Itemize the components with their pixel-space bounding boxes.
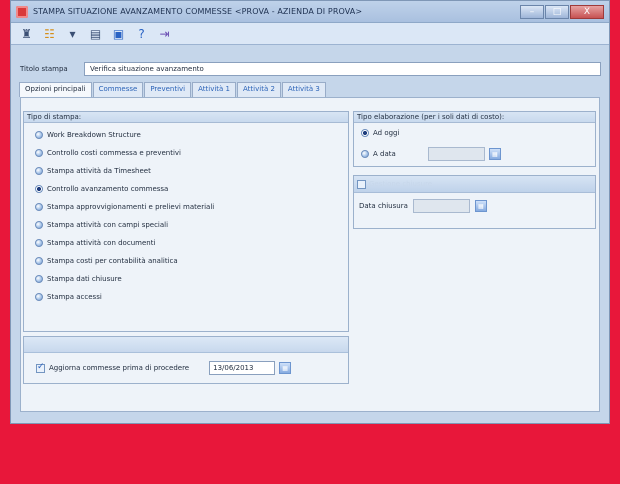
window-controls: – □ X — [520, 5, 604, 19]
radio-indicator-selected[interactable] — [35, 185, 43, 193]
tab-estimates[interactable]: Preventivi — [144, 82, 192, 97]
radio-indicator[interactable] — [35, 221, 43, 229]
radio-timesheet[interactable]: Stampa attività da Timesheet — [35, 167, 151, 175]
close-button[interactable]: X — [570, 5, 604, 19]
processing-type-group: Tipo elaborazione (per i soli dati di co… — [353, 111, 596, 167]
preview-icon[interactable]: ▣ — [111, 26, 126, 41]
radio-indicator[interactable] — [35, 293, 43, 301]
radio-accesses[interactable]: Stampa accessi — [35, 293, 102, 301]
radio-progress-control[interactable]: Controllo avanzamento commessa — [35, 185, 168, 193]
radio-documents[interactable]: Stampa attività con documenti — [35, 239, 155, 247]
main-window: STAMPA SITUAZIONE AVANZAMENTO COMMESSE <… — [10, 0, 610, 424]
title-label: Titolo stampa — [20, 65, 68, 73]
print-type-title: Tipo di stampa: — [24, 112, 348, 123]
binoculars-icon[interactable]: ♜ — [19, 26, 34, 41]
radio-label: Stampa dati chiusure — [47, 275, 122, 283]
help-icon[interactable]: ? — [134, 26, 149, 41]
tab-main-options[interactable]: Opzioni principali — [19, 82, 92, 97]
radio-label: Stampa accessi — [47, 293, 102, 301]
app-icon — [16, 5, 28, 18]
screen-background: { "window": { "title": "STAMPA SITUAZION… — [0, 0, 620, 484]
radio-label: Stampa attività con documenti — [47, 239, 156, 247]
radio-indicator[interactable] — [35, 275, 43, 283]
update-row: Aggiorna commesse prima di procedere 13/… — [36, 361, 292, 375]
calendar-icon: ▦ — [474, 200, 487, 212]
calendar-icon: ▦ — [488, 148, 501, 160]
radio-date[interactable]: A data ▦ — [361, 147, 501, 161]
window-title: STAMPA SITUAZIONE AVANZAMENTO COMMESSE <… — [33, 7, 363, 16]
update-checkbox[interactable] — [36, 362, 45, 373]
radio-indicator[interactable] — [35, 131, 43, 139]
date-input-disabled — [427, 147, 485, 161]
radio-label: A data — [373, 150, 396, 158]
processing-type-title: Tipo elaborazione (per i soli dati di co… — [354, 112, 595, 123]
radio-analytics[interactable]: Stampa costi per contabilità analitica — [35, 257, 178, 265]
closure-date-row: Data chiusura ▦ — [359, 199, 487, 213]
closure-header: Gestione chiusure — [354, 176, 595, 193]
update-group: Aggiorna commesse prima di procedere 13/… — [23, 336, 349, 384]
radio-indicator[interactable] — [35, 203, 43, 211]
radio-indicator[interactable] — [35, 239, 43, 247]
radio-special-fields[interactable]: Stampa attività con campi speciali — [35, 221, 168, 229]
update-header-strip — [24, 337, 348, 353]
tab-bar: Opzioni principali Commesse Preventivi A… — [19, 82, 326, 98]
tab-activity-2[interactable]: Attività 2 — [237, 82, 281, 97]
print-icon[interactable]: ▤ — [88, 26, 103, 41]
radio-indicator[interactable] — [35, 149, 43, 157]
tab-activity-3[interactable]: Attività 3 — [281, 82, 326, 97]
tab-orders[interactable]: Commesse — [92, 82, 144, 97]
radio-label: Stampa attività con campi speciali — [47, 221, 169, 229]
radio-today[interactable]: Ad oggi — [361, 129, 399, 137]
calendar-icon[interactable]: ▦ — [279, 362, 292, 374]
exit-icon[interactable]: ⇥ — [157, 26, 172, 41]
view-menu-icon[interactable]: ☷ — [42, 26, 57, 41]
print-type-group: Tipo di stampa: Work Breakdown Structure… — [23, 111, 349, 332]
radio-work-breakdown[interactable]: Work Breakdown Structure — [35, 131, 141, 139]
toolbar: ♜ ☷ ▾ ▤ ▣ ? ⇥ — [11, 23, 609, 45]
radio-indicator[interactable] — [361, 150, 369, 158]
radio-label: Stampa costi per contabilità analitica — [47, 257, 178, 265]
title-bar: STAMPA SITUAZIONE AVANZAMENTO COMMESSE <… — [11, 1, 609, 23]
radio-indicator-selected[interactable] — [361, 129, 369, 137]
radio-procurement[interactable]: Stampa approvvigionamenti e prelievi mat… — [35, 203, 214, 211]
title-input[interactable]: Verifica situazione avanzamento — [84, 62, 601, 76]
radio-indicator[interactable] — [35, 257, 43, 265]
closure-group: Gestione chiusure Data chiusura ▦ — [353, 175, 596, 229]
update-label: Aggiorna commesse prima di procedere — [49, 364, 190, 372]
closure-date-input — [412, 199, 470, 213]
tab-activity-1[interactable]: Attività 1 — [192, 82, 237, 97]
radio-cost-control[interactable]: Controllo costi commessa e preventivi — [35, 149, 181, 157]
radio-closures[interactable]: Stampa dati chiusure — [35, 275, 122, 283]
chevron-down-icon[interactable]: ▾ — [65, 26, 80, 41]
radio-label: Controllo costi commessa e preventivi — [47, 149, 182, 157]
radio-label: Ad oggi — [373, 129, 400, 137]
minimize-button[interactable]: – — [520, 5, 544, 19]
closure-checkbox[interactable] — [357, 179, 366, 189]
update-date-input[interactable]: 13/06/2013 — [209, 361, 276, 375]
radio-indicator[interactable] — [35, 167, 43, 175]
radio-label: Stampa attività da Timesheet — [47, 167, 151, 175]
radio-label: Work Breakdown Structure — [47, 131, 141, 139]
maximize-button[interactable]: □ — [545, 5, 569, 19]
radio-label: Stampa approvvigionamenti e prelievi mat… — [47, 203, 215, 211]
closure-date-label: Data chiusura — [359, 202, 408, 210]
radio-label: Controllo avanzamento commessa — [47, 185, 169, 193]
title-field-row: Titolo stampa Verifica situazione avanza… — [20, 62, 601, 76]
closure-header-label: Gestione chiusure — [369, 180, 433, 188]
